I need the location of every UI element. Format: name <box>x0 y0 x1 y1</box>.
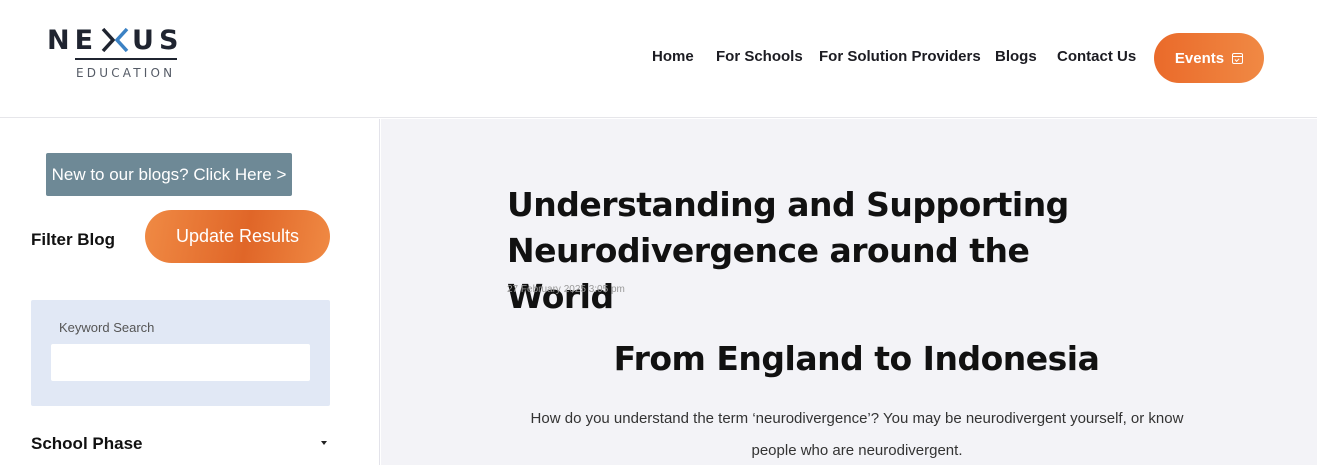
nav-for-schools[interactable]: For Schools <box>716 48 803 65</box>
new-to-blogs-button[interactable]: New to our blogs? Click Here > <box>46 153 292 196</box>
blog-filter-sidebar: New to our blogs? Click Here > Filter Bl… <box>0 119 380 465</box>
blog-post-content: Understanding and Supporting Neurodiverg… <box>381 119 1317 465</box>
post-date: 27 February 2025 3:05 pm <box>507 284 625 295</box>
logo-wordmark: NE US <box>47 24 183 56</box>
caret-down-icon[interactable] <box>321 441 327 445</box>
events-label: Events <box>1174 49 1225 67</box>
nav-contact-us[interactable]: Contact Us <box>1057 48 1136 65</box>
filter-blog-heading: Filter Blog <box>31 230 116 249</box>
keyword-search-panel: Keyword Search <box>31 300 330 406</box>
logo-word-right: US <box>132 24 184 56</box>
update-results-button[interactable]: Update Results <box>145 210 330 263</box>
school-phase-filter[interactable]: School Phase <box>31 434 142 454</box>
keyword-search-label: Keyword Search <box>59 320 155 335</box>
section-heading: From England to Indonesia <box>613 339 1100 378</box>
site-header: NE US EDUCATION Home For Schools For Sol… <box>0 0 1317 118</box>
nav-home[interactable]: Home <box>652 48 694 65</box>
post-body-text: How do you understand the term ‘neurodiv… <box>530 410 1184 459</box>
logo-subtitle: EDUCATION <box>76 66 176 80</box>
nexus-logo[interactable]: NE US EDUCATION <box>47 24 212 84</box>
logo-x-icon <box>100 26 130 54</box>
nav-for-solution-providers[interactable]: For Solution Providers <box>819 48 981 65</box>
logo-word-left: NE <box>47 24 99 56</box>
nav-blogs[interactable]: Blogs <box>995 48 1037 65</box>
calendar-icon <box>1232 52 1244 64</box>
events-button[interactable]: Events <box>1154 33 1264 83</box>
keyword-search-input[interactable] <box>51 344 310 381</box>
post-title: Understanding and Supporting Neurodiverg… <box>507 185 1069 316</box>
logo-divider <box>75 58 177 60</box>
